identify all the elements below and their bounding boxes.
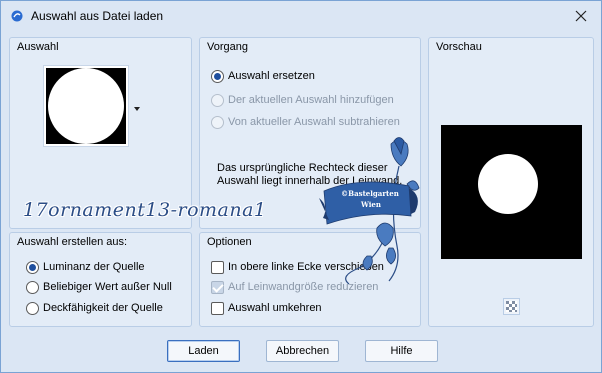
abbrechen-button[interactable]: Abbrechen [266,340,339,362]
optionen-group-title: Optionen [207,236,252,248]
radio-checked-icon[interactable] [26,260,39,274]
watermark-ornament [319,137,420,285]
selection-thumbnail-dropdown[interactable] [43,65,129,147]
check-auswahl-umkehren[interactable]: Auswahl umkehren [211,300,322,316]
radio-icon[interactable] [211,93,224,107]
radio-label: Beliebiger Wert außer Null [43,281,172,293]
radio-label: Auswahl ersetzen [228,70,315,82]
window-title: Auswahl aus Datei laden [31,9,164,23]
radio-label: Luminanz der Quelle [43,261,145,273]
radio-auswahl-ersetzen[interactable]: Auswahl ersetzen [211,68,315,84]
vorschau-group-title: Vorschau [436,41,482,53]
radio-label: Der aktuellen Auswahl hinzufügen [228,94,394,106]
radio-label: Von aktueller Auswahl subtrahieren [228,116,400,128]
checkbox-label: Auswahl umkehren [228,302,322,314]
erstellen-group-title: Auswahl erstellen aus: [17,236,128,248]
title-bar: Auswahl aus Datei laden [1,1,601,32]
watermark-banner-line1: ©Bastelgarten [341,189,399,198]
radio-beliebiger-wert[interactable]: Beliebiger Wert außer Null [26,279,172,295]
checker-icon[interactable] [503,298,520,315]
watermark-text: 17ornament13-romana1 [23,199,267,221]
radio-icon[interactable] [26,280,39,294]
laden-button[interactable]: Laden [167,340,240,362]
chevron-down-icon[interactable] [134,102,140,114]
checkbox-icon[interactable] [211,301,224,315]
checkbox-icon[interactable] [211,260,224,274]
app-icon [11,10,23,22]
radio-icon[interactable] [211,115,224,129]
radio-checked-icon[interactable] [211,69,224,83]
auswahl-group-title: Auswahl [17,41,59,53]
dialog-window: Auswahl aus Datei laden Auswahl Vorgang … [0,0,602,373]
close-button[interactable] [569,6,593,26]
close-icon [575,10,587,22]
hilfe-button[interactable]: Hilfe [365,340,438,362]
radio-label: Deckfähigkeit der Quelle [43,302,163,314]
preview-image [441,125,582,259]
checkbox-checked-icon[interactable] [211,280,224,294]
radio-luminanz[interactable]: Luminanz der Quelle [26,259,145,275]
radio-hinzufuegen[interactable]: Der aktuellen Auswahl hinzufügen [211,92,394,108]
radio-icon[interactable] [26,301,39,315]
radio-subtrahieren[interactable]: Von aktueller Auswahl subtrahieren [211,114,400,130]
vorgang-group-title: Vorgang [207,41,248,53]
watermark-banner-line2: Wien [361,200,381,209]
radio-deckfaehigkeit[interactable]: Deckfähigkeit der Quelle [26,300,163,316]
